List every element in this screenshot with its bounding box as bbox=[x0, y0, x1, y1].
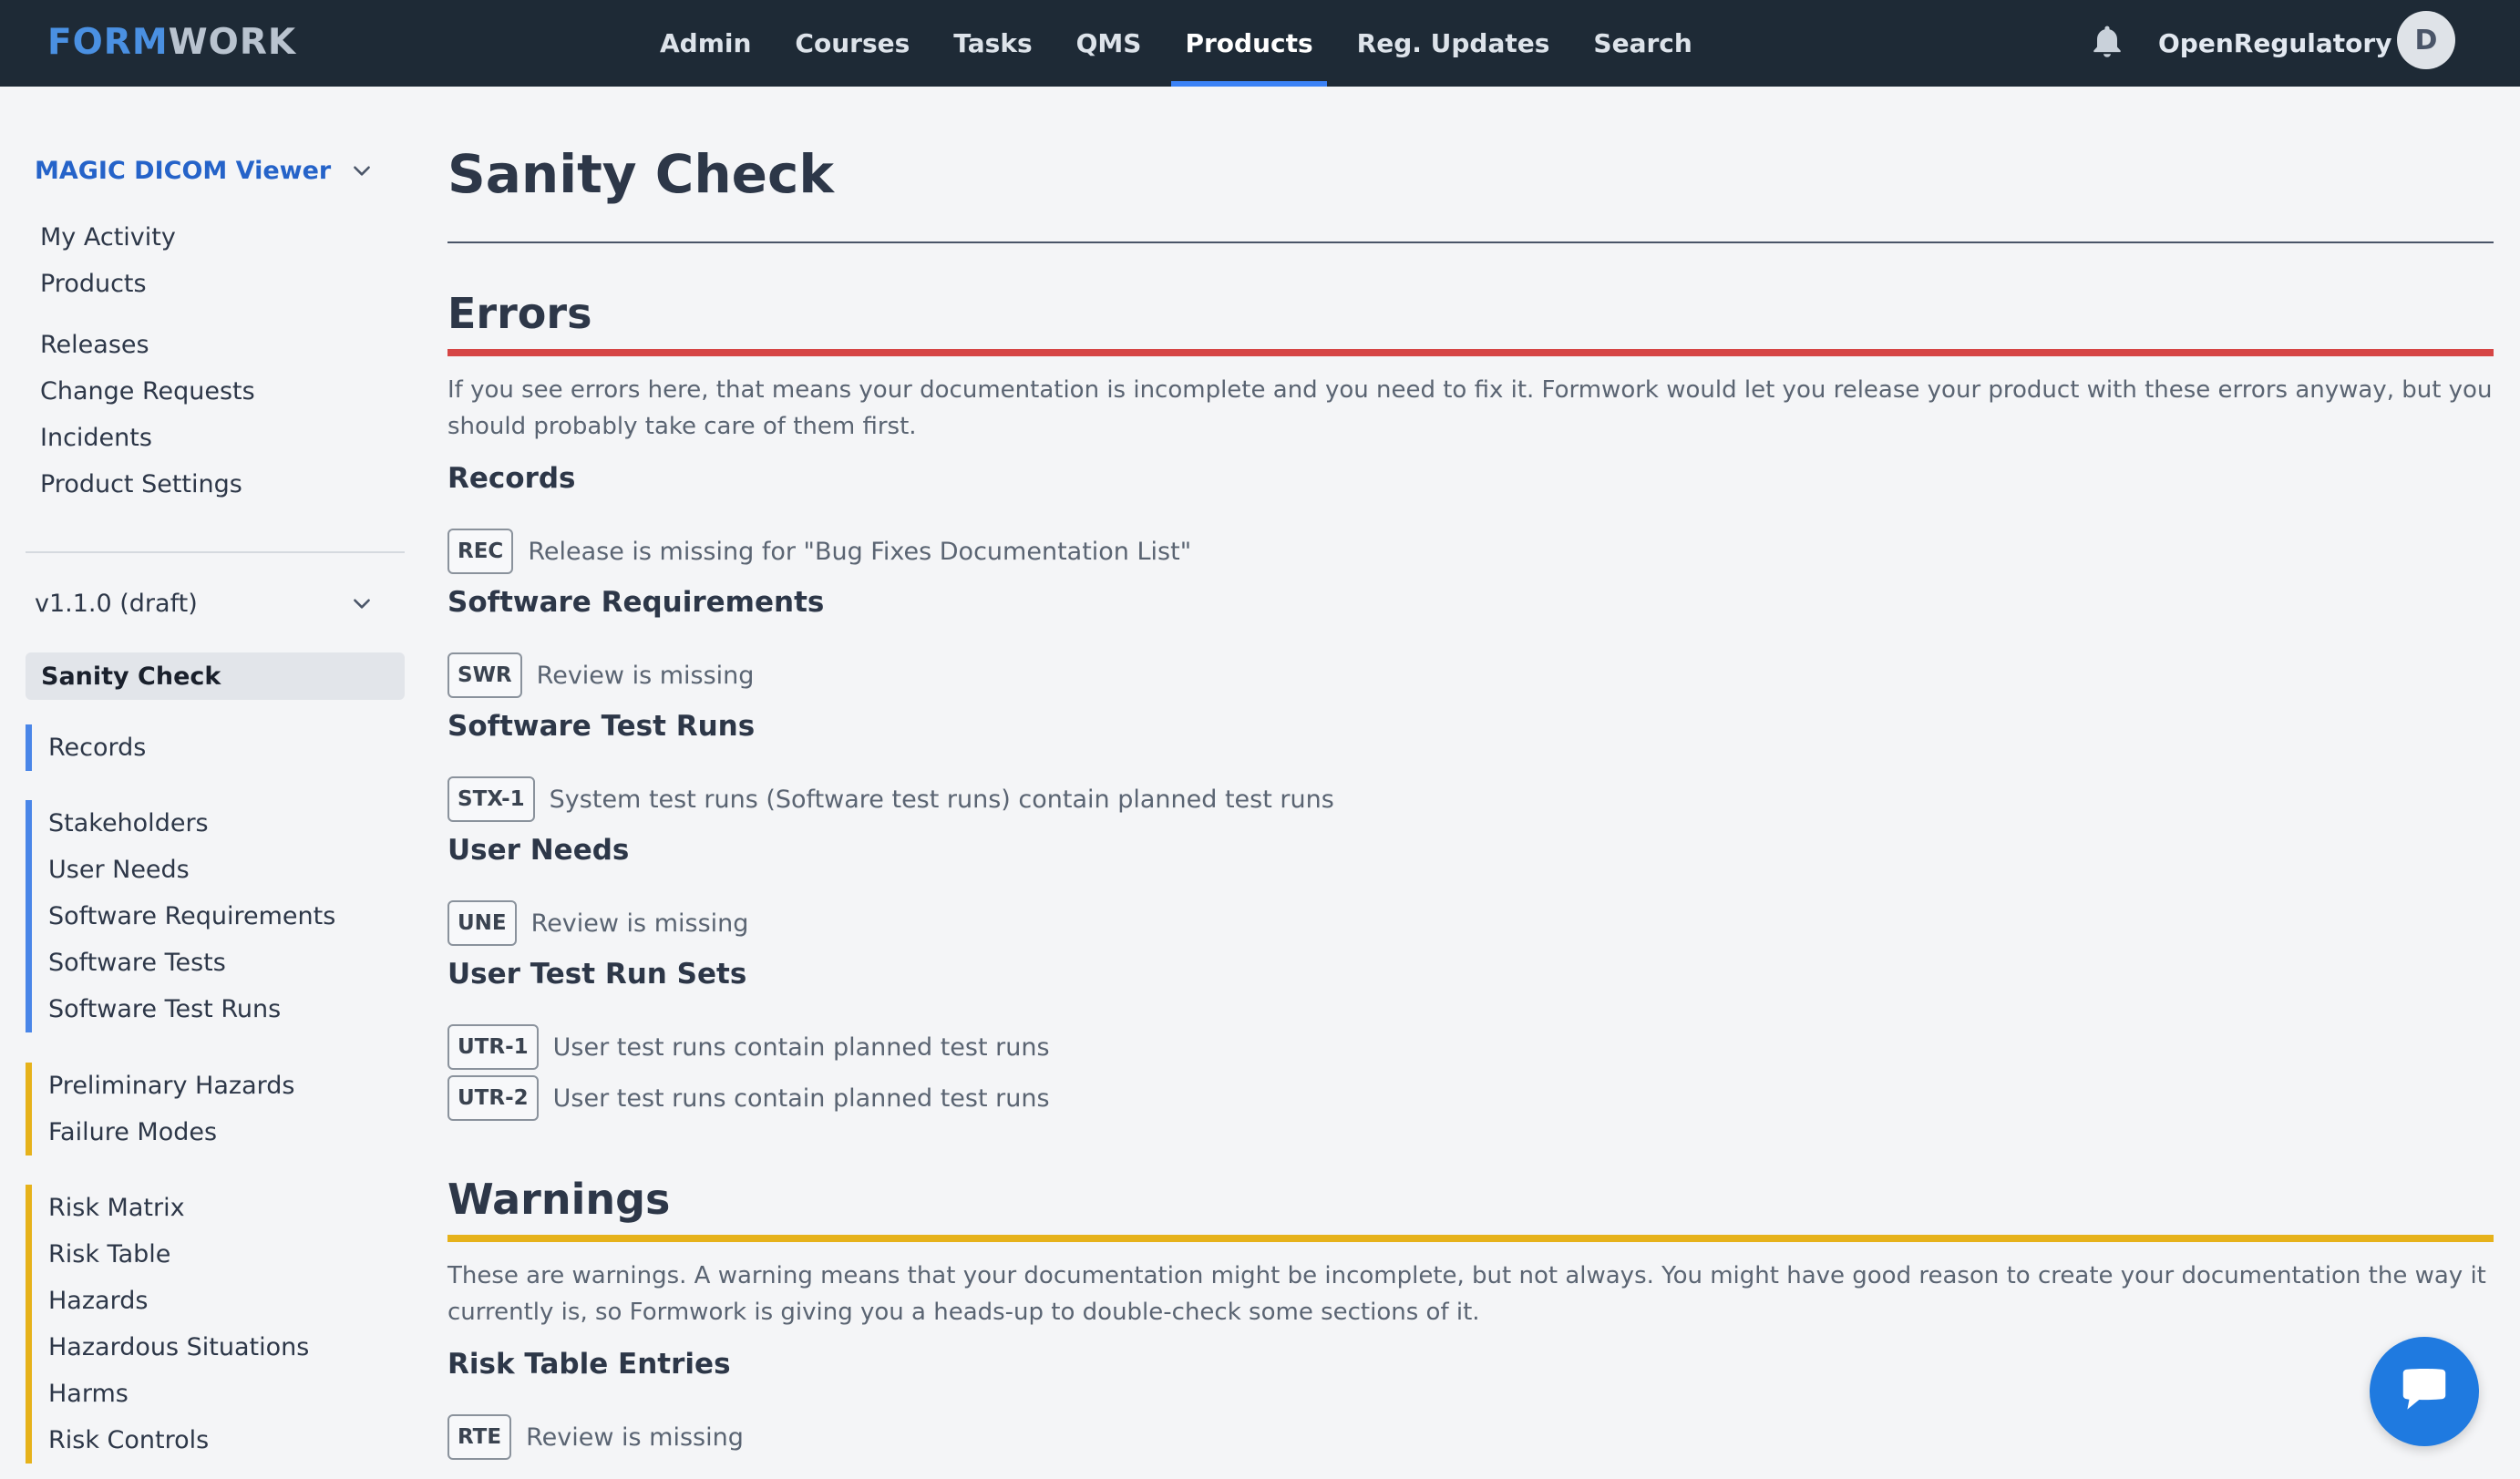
title-divider bbox=[447, 241, 2494, 243]
category-software-requirements: Software Requirements bbox=[447, 586, 825, 619]
sidebar-item-risk-controls[interactable]: Risk Controls bbox=[48, 1417, 408, 1464]
sidebar-item-products[interactable]: Products bbox=[40, 266, 147, 303]
sidebar: MAGIC DICOM Viewer My Activity Products … bbox=[0, 87, 419, 1479]
version-label: v1.1.0 (draft) bbox=[35, 589, 198, 618]
issue-row: REC Release is missing for "Bug Fixes Do… bbox=[447, 529, 1191, 574]
errors-heading: Errors bbox=[447, 289, 592, 338]
chat-support-button[interactable] bbox=[2370, 1337, 2479, 1446]
sidebar-item-change-requests[interactable]: Change Requests bbox=[40, 374, 255, 410]
warnings-divider bbox=[447, 1235, 2494, 1242]
logo-text-form: FORM bbox=[47, 22, 169, 63]
category-risk-table-entries: Risk Table Entries bbox=[447, 1348, 731, 1381]
issue-row: UTR-1 User test runs contain planned tes… bbox=[447, 1024, 1050, 1070]
version-selector[interactable]: v1.1.0 (draft) bbox=[35, 583, 374, 623]
sidebar-group-hazards: Preliminary Hazards Failure Modes bbox=[26, 1063, 408, 1155]
issue-code-badge[interactable]: UNE bbox=[447, 900, 517, 946]
issue-message: User test runs contain planned test runs bbox=[552, 1084, 1050, 1113]
category-records: Records bbox=[447, 462, 576, 495]
formwork-logo[interactable]: FORMWORK bbox=[47, 22, 296, 64]
nav-courses[interactable]: Courses bbox=[773, 0, 931, 87]
sidebar-group-software: Stakeholders User Needs Software Require… bbox=[26, 800, 408, 1032]
nav-products[interactable]: Products bbox=[1163, 0, 1334, 87]
issue-row: UTR-2 User test runs contain planned tes… bbox=[447, 1075, 1050, 1121]
main-nav: Admin Courses Tasks QMS Products Reg. Up… bbox=[638, 0, 1714, 87]
product-selector[interactable]: MAGIC DICOM Viewer bbox=[35, 150, 374, 190]
sidebar-item-software-tests[interactable]: Software Tests bbox=[48, 940, 408, 986]
sidebar-item-hazards[interactable]: Hazards bbox=[48, 1278, 408, 1324]
sidebar-item-sanity-check[interactable]: Sanity Check bbox=[26, 652, 405, 700]
issue-row: SWR Review is missing bbox=[447, 652, 754, 698]
issue-code-badge[interactable]: STX-1 bbox=[447, 776, 535, 822]
sidebar-item-harms[interactable]: Harms bbox=[48, 1371, 408, 1417]
issue-message: System test runs (Software test runs) co… bbox=[549, 785, 1334, 814]
chevron-down-icon bbox=[354, 166, 370, 176]
nav-reg-updates[interactable]: Reg. Updates bbox=[1335, 0, 1572, 87]
issue-message: Release is missing for "Bug Fixes Docume… bbox=[528, 537, 1192, 566]
top-navbar: FORMWORK Admin Courses Tasks QMS Product… bbox=[0, 0, 2520, 87]
sidebar-item-risk-matrix[interactable]: Risk Matrix bbox=[48, 1185, 408, 1231]
issue-code-badge[interactable]: SWR bbox=[447, 652, 522, 698]
warnings-description: These are warnings. A warning means that… bbox=[447, 1262, 2486, 1326]
logo-text-work: WORK bbox=[168, 22, 297, 63]
issue-message: Review is missing bbox=[536, 661, 755, 690]
sidebar-item-preliminary-hazards[interactable]: Preliminary Hazards bbox=[48, 1063, 408, 1109]
sidebar-item-product-settings[interactable]: Product Settings bbox=[40, 467, 242, 503]
sidebar-item-software-requirements[interactable]: Software Requirements bbox=[48, 893, 408, 940]
category-user-test-run-sets: User Test Run Sets bbox=[447, 958, 747, 991]
sidebar-item-my-activity[interactable]: My Activity bbox=[40, 220, 176, 256]
sidebar-item-user-needs[interactable]: User Needs bbox=[48, 847, 408, 893]
issue-row: RTE Review is missing bbox=[447, 1414, 744, 1460]
issue-row: STX-1 System test runs (Software test ru… bbox=[447, 776, 1334, 822]
issue-message: Review is missing bbox=[526, 1423, 744, 1452]
nav-admin[interactable]: Admin bbox=[638, 0, 773, 87]
errors-description: If you see errors here, that means your … bbox=[447, 376, 2493, 440]
sidebar-item-hazardous-situations[interactable]: Hazardous Situations bbox=[48, 1324, 408, 1371]
chevron-down-icon bbox=[354, 599, 370, 609]
sidebar-item-failure-modes[interactable]: Failure Modes bbox=[48, 1109, 408, 1155]
user-avatar[interactable]: D bbox=[2397, 11, 2455, 69]
issue-code-badge[interactable]: UTR-2 bbox=[447, 1075, 539, 1121]
category-software-test-runs: Software Test Runs bbox=[447, 710, 756, 743]
bell-icon[interactable] bbox=[2087, 22, 2127, 62]
sidebar-item-releases[interactable]: Releases bbox=[40, 327, 149, 364]
sidebar-divider bbox=[26, 551, 405, 553]
issue-code-badge[interactable]: RTE bbox=[447, 1414, 512, 1460]
sidebar-group-risk: Risk Matrix Risk Table Hazards Hazardous… bbox=[26, 1185, 408, 1464]
sidebar-item-stakeholders[interactable]: Stakeholders bbox=[48, 800, 408, 847]
issue-code-badge[interactable]: REC bbox=[447, 529, 514, 574]
issue-message: Review is missing bbox=[530, 909, 749, 938]
sidebar-group-records: Records bbox=[26, 724, 408, 771]
page-title: Sanity Check bbox=[447, 143, 834, 205]
warnings-heading: Warnings bbox=[447, 1175, 671, 1224]
sidebar-item-software-test-runs[interactable]: Software Test Runs bbox=[48, 986, 408, 1032]
issue-message: User test runs contain planned test runs bbox=[552, 1032, 1050, 1062]
chat-bubble-icon bbox=[2402, 1368, 2446, 1410]
errors-divider bbox=[447, 349, 2494, 356]
sidebar-item-incidents[interactable]: Incidents bbox=[40, 420, 152, 457]
nav-tasks[interactable]: Tasks bbox=[931, 0, 1054, 87]
nav-search[interactable]: Search bbox=[1571, 0, 1713, 87]
sidebar-item-records[interactable]: Records bbox=[48, 724, 408, 771]
nav-qms[interactable]: QMS bbox=[1054, 0, 1164, 87]
issue-row: UNE Review is missing bbox=[447, 900, 748, 946]
category-user-needs: User Needs bbox=[447, 834, 630, 867]
organization-switcher[interactable]: OpenRegulatory bbox=[2158, 26, 2391, 62]
issue-code-badge[interactable]: UTR-1 bbox=[447, 1024, 539, 1070]
product-name: MAGIC DICOM Viewer bbox=[35, 156, 332, 185]
sidebar-item-risk-table[interactable]: Risk Table bbox=[48, 1231, 408, 1278]
